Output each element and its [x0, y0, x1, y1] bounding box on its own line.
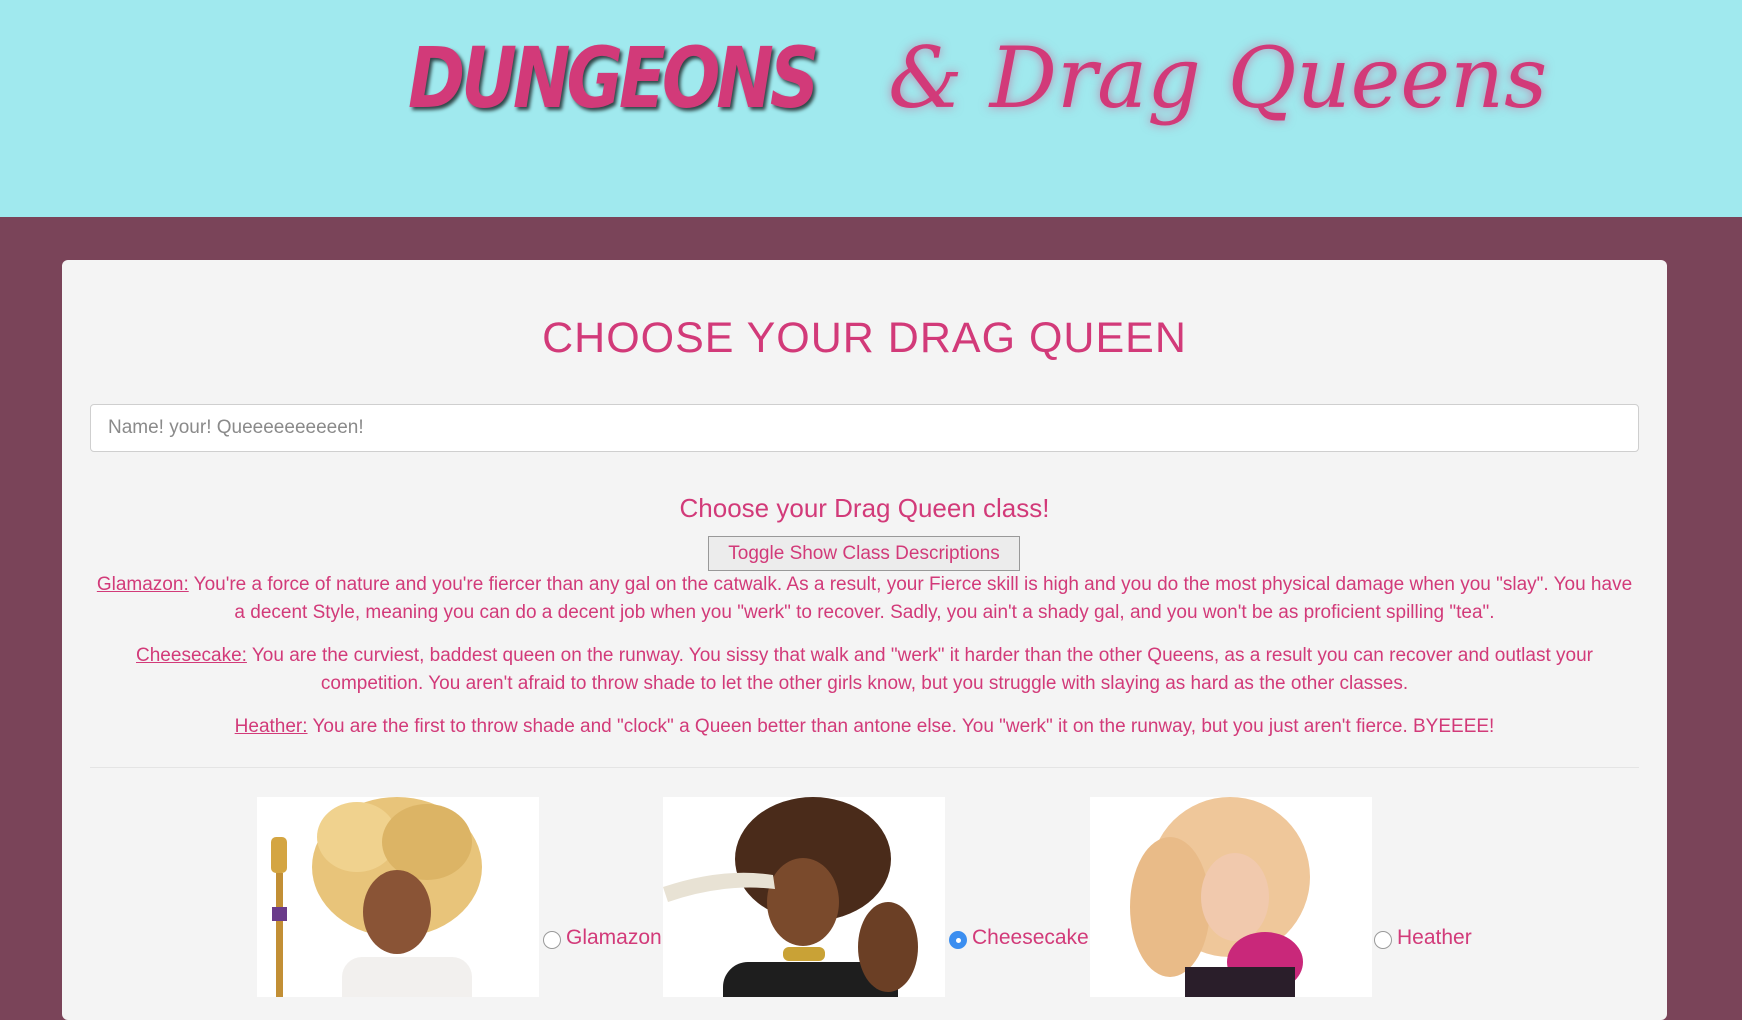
description-cheesecake: Cheesecake: You are the curviest, baddes…: [90, 642, 1639, 698]
radio-glamazon[interactable]: [543, 931, 561, 949]
radio-label-glamazon[interactable]: Glamazon: [566, 926, 662, 950]
logo-word-drag-queens: & Drag Queens: [888, 29, 1548, 127]
glamazon-portrait-image: [257, 797, 539, 997]
heather-portrait-image: [1090, 797, 1372, 997]
page-title: CHOOSE YOUR DRAG QUEEN: [542, 314, 1187, 362]
heather-portrait[interactable]: [1090, 797, 1372, 997]
class-prompt: Choose your Drag Queen class!: [679, 493, 1050, 523]
logo-word-dungeons: DUNGEONS: [408, 29, 819, 127]
radio-heather[interactable]: [1374, 931, 1392, 949]
glamazon-portrait[interactable]: [257, 797, 539, 997]
section-divider: [90, 767, 1639, 768]
class-name-cheesecake: Cheesecake:: [136, 645, 247, 666]
class-name-glamazon: Glamazon:: [96, 574, 189, 595]
description-text-heather: You are the first to throw shade and "cl…: [307, 716, 1495, 737]
description-text-glamazon: You're a force of nature and you're fier…: [188, 574, 1633, 623]
description-text-cheesecake: You are the curviest, baddest queen on t…: [246, 645, 1593, 694]
character-creation-panel: CHOOSE YOUR DRAG QUEEN Choose your Drag …: [62, 260, 1667, 1020]
queen-name-input[interactable]: [90, 404, 1639, 452]
cheesecake-portrait[interactable]: [663, 797, 945, 997]
description-glamazon: Glamazon: You're a force of nature and y…: [90, 571, 1639, 627]
radio-label-cheesecake[interactable]: Cheesecake: [972, 926, 1089, 950]
radio-cheesecake[interactable]: [949, 931, 967, 949]
site-header: DUNGEONS & Drag Queens: [0, 0, 1742, 217]
radio-label-heather[interactable]: Heather: [1397, 926, 1472, 950]
cheesecake-portrait-image: [663, 797, 945, 997]
class-name-heather: Heather:: [234, 716, 308, 737]
toggle-descriptions-button[interactable]: Toggle Show Class Descriptions: [708, 536, 1020, 571]
description-heather: Heather: You are the first to throw shad…: [90, 713, 1639, 741]
site-logo[interactable]: DUNGEONS & Drag Queens: [408, 36, 1547, 120]
